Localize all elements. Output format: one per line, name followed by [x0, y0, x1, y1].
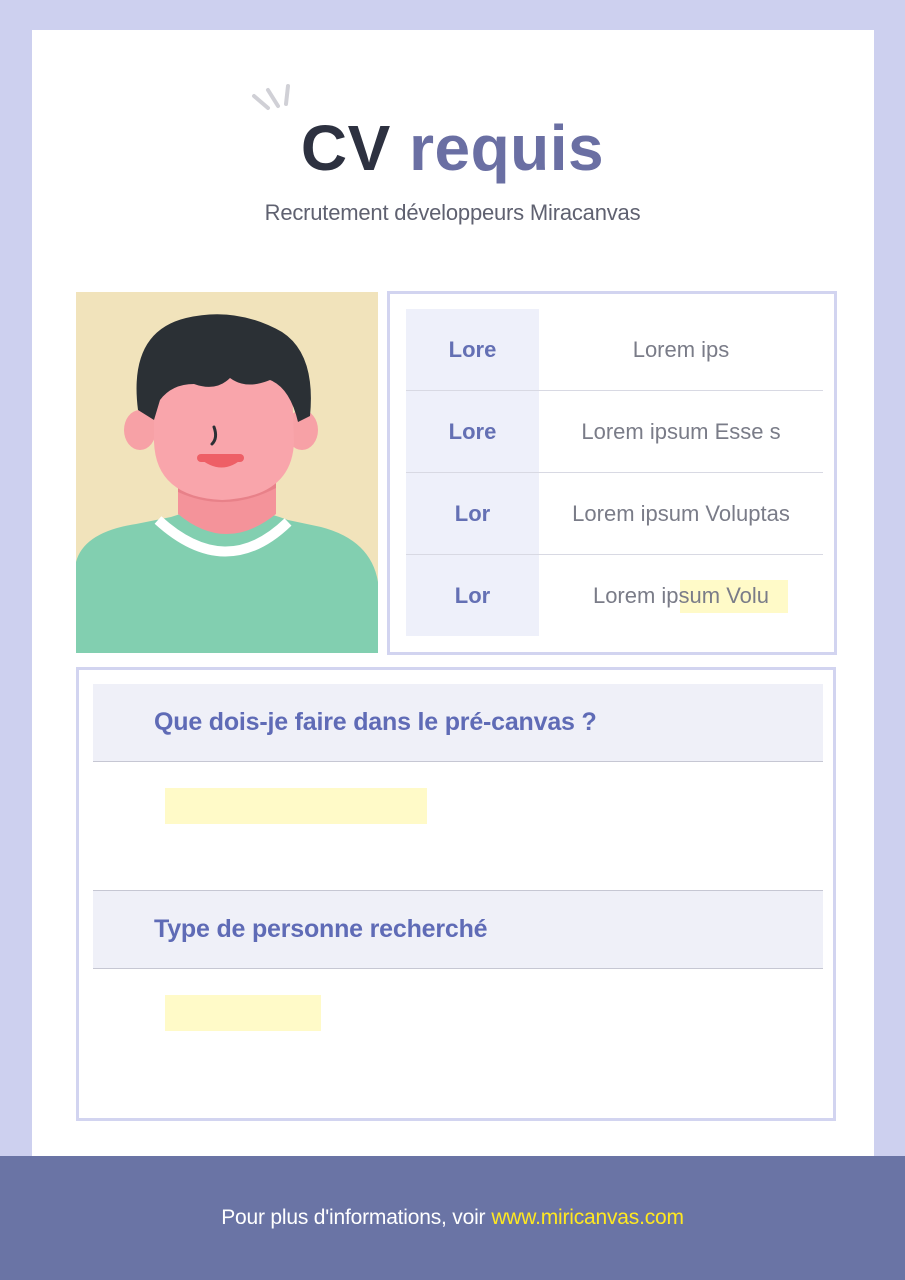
question-heading-box: Type de personne recherché — [93, 891, 823, 969]
page-title: CV requis — [0, 112, 905, 184]
info-value: Lorem ipsum Voluptas — [539, 473, 823, 555]
info-label: Lore — [448, 419, 497, 444]
question-heading: Que dois-je faire dans le pré-canvas ? — [154, 708, 597, 736]
info-label: Lor — [454, 583, 491, 608]
info-label: Lore — [448, 337, 497, 362]
answer-placeholder-highlight — [165, 995, 321, 1031]
title-word-cv: CV — [300, 112, 391, 184]
info-value-text: Lorem ipsum Voluptas — [572, 501, 790, 526]
question-heading: Type de personne recherché — [154, 915, 488, 943]
info-value-text: Lorem ips — [632, 337, 730, 362]
page-subtitle: Recrutement développeurs Miracanvas — [264, 200, 641, 225]
profile-photo — [76, 292, 378, 653]
info-value: Lorem ips — [539, 309, 823, 391]
title-word-requis: requis — [409, 112, 605, 184]
info-value: Lorem ipsum Volu — [539, 555, 823, 637]
footer-text: Pour plus d'informations, voir — [221, 1206, 486, 1229]
info-row: Lor Lorem ipsum Voluptas — [406, 473, 823, 555]
info-label: Lor — [454, 501, 491, 526]
info-value: Lorem ipsum Esse s — [539, 391, 823, 473]
answer-placeholder-highlight — [165, 788, 427, 824]
footer-bar: Pour plus d'informations, voir www.miric… — [0, 1156, 905, 1280]
profile-info-table: Lore Lorem ips Lore Lorem ipsum Esse s L… — [387, 291, 837, 655]
question-heading-box: Que dois-je faire dans le pré-canvas ? — [93, 684, 823, 762]
questions-section: Que dois-je faire dans le pré-canvas ? T… — [76, 667, 836, 1121]
info-value-text: Lorem ipsum Esse s — [581, 419, 781, 444]
footer-website-link[interactable]: www.miricanvas.com — [491, 1206, 684, 1230]
info-row: Lor Lorem ipsum Volu — [406, 555, 823, 637]
info-value-text: Lorem ipsum Volu — [592, 583, 770, 608]
info-row: Lore Lorem ips — [406, 309, 823, 391]
person-avatar-icon — [76, 292, 378, 653]
sparkle-decoration-icon — [252, 84, 290, 110]
info-row: Lore Lorem ipsum Esse s — [406, 391, 823, 473]
